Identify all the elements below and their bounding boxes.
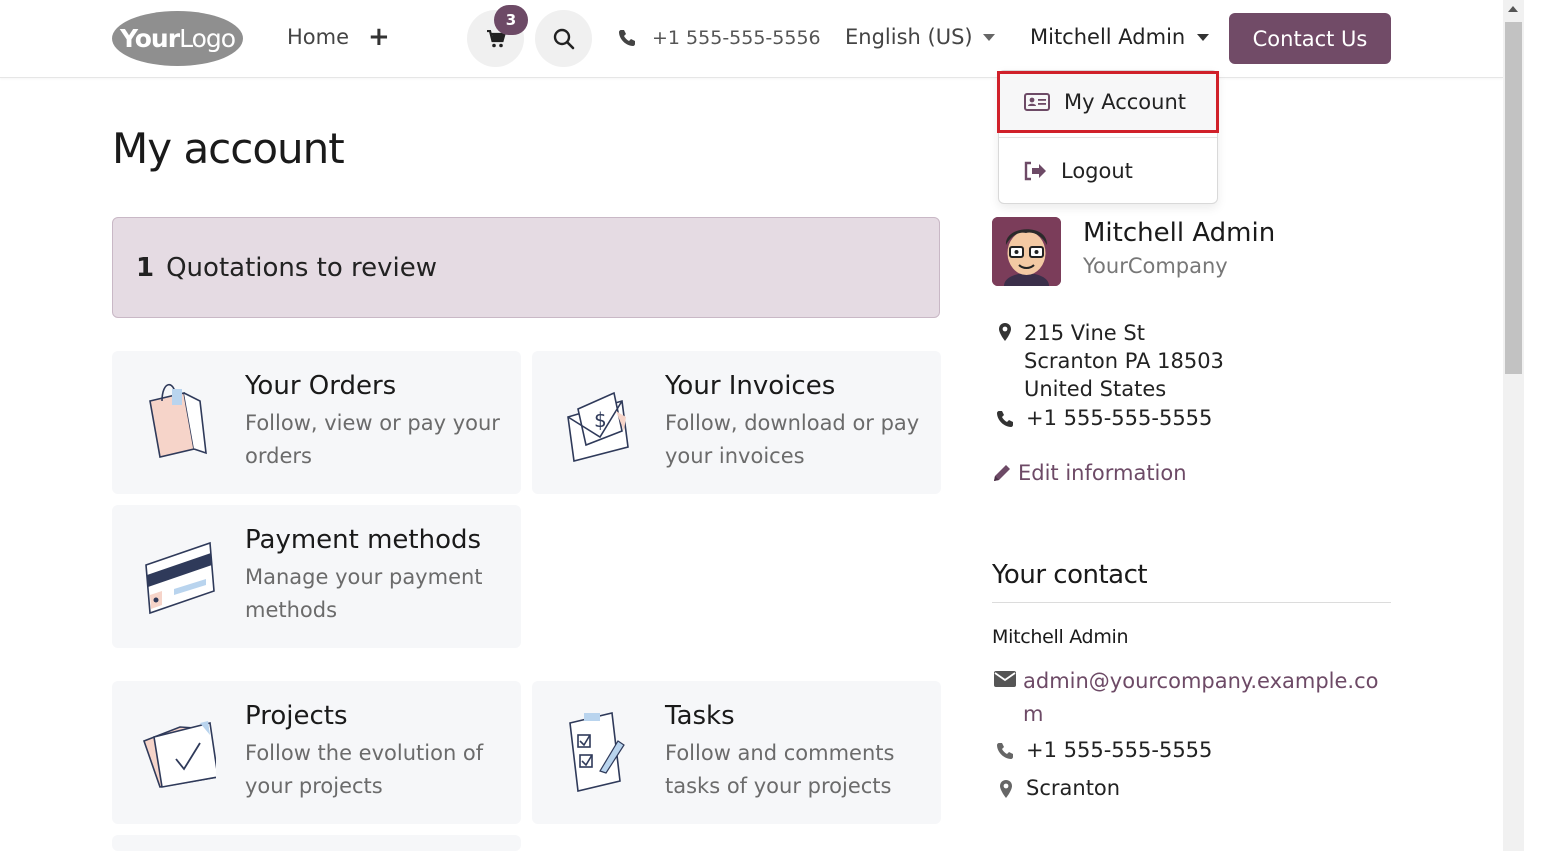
address-line-3: United States [1024, 377, 1167, 401]
card-description: Manage your payment methods [245, 565, 483, 622]
contact-email-link[interactable]: admin@yourcompany.example.com [1023, 665, 1383, 731]
page-title: My account [112, 124, 345, 173]
your-contact-heading: Your contact [992, 560, 1148, 590]
card-description: Follow and comments tasks of your projec… [665, 741, 895, 798]
language-label: English (US) [845, 25, 973, 49]
card-your-orders[interactable]: Your Orders Follow, view or pay your ord… [112, 351, 521, 494]
profile-name: Mitchell Admin [1083, 218, 1276, 248]
card-tasks[interactable]: Tasks Follow and comments tasks of your … [532, 681, 941, 824]
quotations-to-review-link[interactable]: 1 Quotations to review [112, 217, 940, 318]
map-marker-icon [1000, 780, 1012, 798]
add-menu-icon[interactable]: + [368, 22, 390, 52]
contact-us-button[interactable]: Contact Us [1229, 13, 1391, 64]
phone-icon [997, 411, 1013, 427]
quotations-count: 1 [136, 252, 155, 283]
id-card-icon [1024, 93, 1050, 111]
user-menu-toggle[interactable]: Mitchell Admin [1030, 25, 1210, 49]
card-title: Your Orders [245, 371, 397, 401]
map-marker-icon [999, 323, 1011, 341]
phone-icon [619, 30, 635, 46]
user-menu-name: Mitchell Admin [1030, 25, 1186, 49]
card-title: Your Invoices [665, 371, 836, 401]
contact-city: Scranton [1026, 776, 1121, 800]
scroll-up-arrow-icon[interactable] [1508, 6, 1518, 12]
card-partial[interactable] [112, 835, 521, 851]
header-phone[interactable]: +1 555-555-5556 [618, 27, 821, 49]
quotations-label: Quotations to review [166, 252, 438, 283]
header-phone-number: +1 555-555-5556 [652, 27, 821, 49]
envelope-icon [994, 671, 1016, 687]
phone-icon [997, 743, 1013, 759]
card-title: Tasks [665, 701, 735, 731]
pencil-icon [994, 465, 1010, 481]
top-navbar: Your Logo Home + 3 +1 555-555-5556 Englis… [0, 0, 1503, 78]
address-line-2: Scranton PA 18503 [1024, 349, 1224, 373]
search-button[interactable] [535, 10, 592, 67]
logo-text-light: Logo [179, 24, 236, 53]
cart-count-badge: 3 [494, 5, 528, 35]
card-description: Follow, download or pay your invoices [665, 411, 920, 468]
card-description: Follow the evolution of your projects [245, 741, 484, 798]
folder-check-icon [142, 721, 216, 788]
avatar [992, 217, 1061, 286]
credit-card-icon [145, 541, 215, 615]
card-title: Payment methods [245, 525, 482, 555]
logo-text-bold: Your [119, 24, 180, 53]
checklist-icon [569, 712, 625, 792]
dropdown-item-label: Logout [1061, 158, 1133, 183]
edit-information-label: Edit information [1018, 461, 1187, 485]
nav-home-link[interactable]: Home [287, 25, 349, 49]
company-logo[interactable]: Your Logo [112, 11, 243, 66]
dropdown-item-logout[interactable]: Logout [999, 137, 1217, 203]
profile-company: YourCompany [1083, 254, 1228, 278]
search-icon [553, 28, 574, 49]
shopping-bag-icon [149, 383, 207, 458]
invoice-envelope-icon: $ [567, 391, 629, 463]
divider [992, 602, 1391, 603]
language-selector[interactable]: English (US) [845, 25, 995, 49]
sign-out-icon [1024, 161, 1046, 180]
address-line-1: 215 Vine St [1024, 321, 1145, 345]
chevron-down-icon [1197, 33, 1210, 41]
edit-information-link[interactable]: Edit information [992, 461, 1187, 485]
dropdown-item-my-account[interactable]: My Account [997, 71, 1219, 133]
card-description: Follow, view or pay your orders [245, 411, 500, 468]
profile-address: 215 Vine St Scranton PA 18503 United Sta… [1024, 319, 1224, 403]
chevron-down-icon [982, 33, 995, 41]
profile-phone: +1 555-555-5555 [1026, 406, 1213, 430]
user-dropdown-menu: My Account Logout [997, 70, 1219, 204]
card-title: Projects [245, 701, 348, 731]
card-your-invoices[interactable]: $ Your Invoices Follow, download or pay … [532, 351, 941, 494]
card-projects[interactable]: Projects Follow the evolution of your pr… [112, 681, 521, 824]
dropdown-item-label: My Account [1064, 90, 1187, 114]
contact-name: Mitchell Admin [992, 626, 1129, 648]
contact-phone: +1 555-555-5555 [1026, 738, 1213, 762]
card-payment-methods[interactable]: Payment methods Manage your payment meth… [112, 505, 521, 648]
scrollbar-thumb[interactable] [1505, 22, 1522, 374]
